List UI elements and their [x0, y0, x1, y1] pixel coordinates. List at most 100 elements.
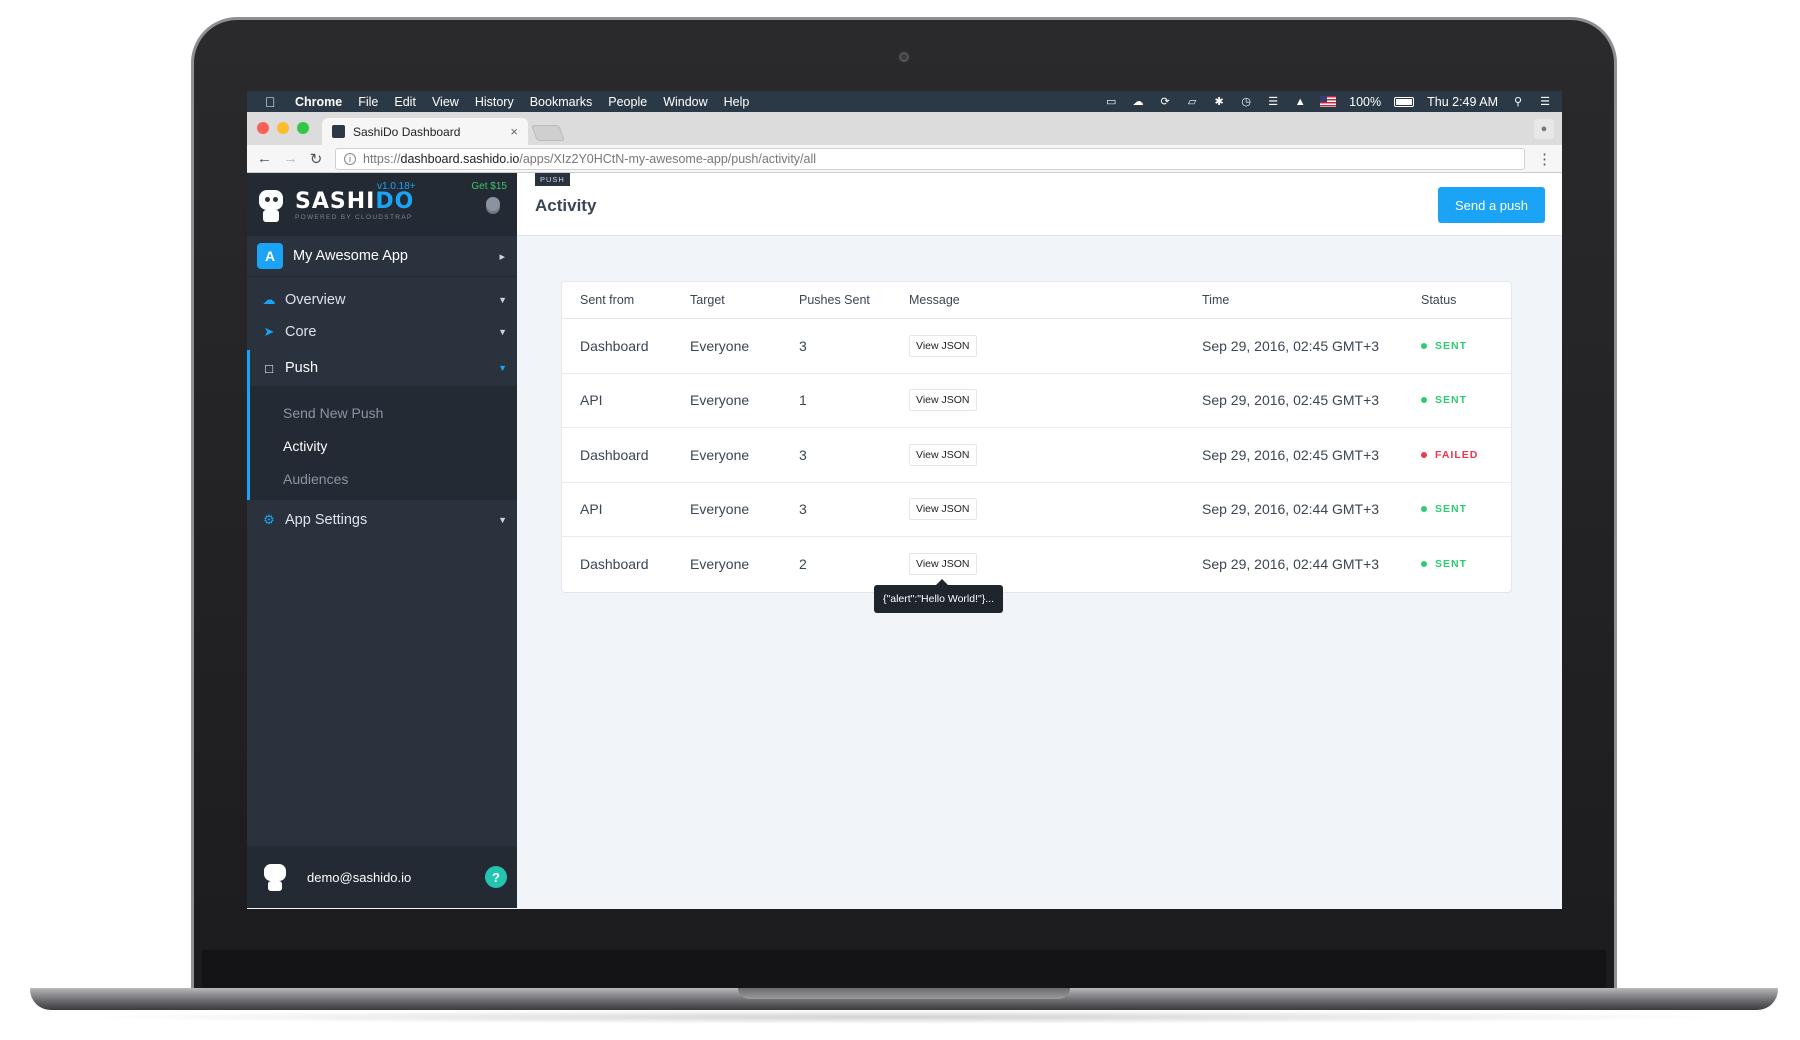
- cell-pushes-sent: 2: [799, 556, 807, 573]
- maximize-window-button[interactable]: [297, 122, 309, 134]
- back-icon[interactable]: ←: [257, 150, 272, 167]
- avatar[interactable]: [263, 863, 287, 891]
- sidebar-item-overview[interactable]: ☁ Overview ▼: [247, 282, 517, 318]
- display-icon[interactable]: ▭: [1104, 96, 1118, 108]
- spotlight-icon[interactable]: ⚲: [1511, 96, 1525, 108]
- notification-center-icon[interactable]: ☰: [1538, 96, 1552, 108]
- view-json-button[interactable]: View JSON: [909, 389, 977, 412]
- menu-edit[interactable]: Edit: [394, 95, 416, 109]
- window-controls: [257, 122, 309, 134]
- menubar-tray: ▭ ☁ ⟳ ▱ ✱ ◷ ☰ ▲ 100% Thu 2:49 AM ⚲ ☰: [1104, 95, 1552, 109]
- new-tab-button[interactable]: [531, 125, 565, 141]
- bluetooth-icon[interactable]: ✱: [1212, 96, 1226, 108]
- camera: [899, 52, 909, 62]
- column-sent-from[interactable]: Sent from: [580, 293, 690, 307]
- cell-time: Sep 29, 2016, 02:45 GMT+3: [1202, 337, 1380, 354]
- subnav-send-new-push[interactable]: Send New Push: [250, 396, 517, 429]
- profile-icon[interactable]: ●: [1534, 119, 1554, 139]
- cell-pushes-sent: 3: [799, 337, 807, 354]
- menu-help[interactable]: Help: [724, 95, 750, 109]
- airplay-icon[interactable]: ▱: [1185, 96, 1199, 108]
- push-icon: □: [265, 360, 273, 376]
- cell-target: Everyone: [690, 501, 750, 518]
- cell-target: Everyone: [690, 556, 750, 573]
- view-json-button[interactable]: View JSON: [909, 553, 977, 576]
- table-row[interactable]: Dashboard Everyone 3 View JSON Sep 29, 2…: [562, 428, 1511, 483]
- minimize-window-button[interactable]: [277, 122, 289, 134]
- sidebar: SASHIDO POWERED BY CLOUDSTRAP v1.0.18+ G…: [247, 173, 517, 908]
- address-bar[interactable]: i https://dashboard.sashido.io/apps/XIz2…: [335, 147, 1525, 170]
- menu-view[interactable]: View: [432, 95, 459, 109]
- get-credit-link[interactable]: Get $15: [471, 181, 507, 192]
- laptop-bezel: [202, 950, 1606, 992]
- menubar-clock[interactable]: Thu 2:49 AM: [1427, 95, 1498, 109]
- battery-icon[interactable]: [1394, 96, 1415, 107]
- cell-sent-from: Dashboard: [580, 446, 649, 463]
- section-badge: PUSH: [535, 173, 570, 186]
- column-status[interactable]: Status: [1421, 293, 1511, 307]
- cell-target: Everyone: [690, 446, 750, 463]
- cell-pushes-sent: 3: [799, 446, 807, 463]
- apple-icon[interactable]: : [265, 94, 279, 110]
- cell-pushes-sent: 3: [799, 501, 807, 518]
- menu-history[interactable]: History: [475, 95, 514, 109]
- view-json-button[interactable]: View JSON: [909, 334, 977, 357]
- chevron-down-icon: ▼: [498, 363, 507, 373]
- column-target[interactable]: Target: [690, 293, 799, 307]
- sidebar-item-label: Overview: [285, 292, 346, 308]
- chevron-down-icon: ▼: [498, 327, 507, 337]
- cell-time: Sep 29, 2016, 02:44 GMT+3: [1202, 501, 1380, 518]
- sidebar-item-core[interactable]: ➤ Core ▼: [247, 314, 517, 350]
- forward-icon[interactable]: →: [283, 150, 298, 167]
- chevron-right-icon: ▸: [499, 250, 505, 263]
- url-path: /apps/XIz2Y0HCtN-my-awesome-app/push/act…: [519, 151, 817, 166]
- close-window-button[interactable]: [257, 122, 269, 134]
- reload-icon[interactable]: ↻: [309, 150, 323, 168]
- status-label: SENT: [1435, 503, 1468, 516]
- cell-target: Everyone: [690, 337, 750, 354]
- close-tab-icon[interactable]: ×: [510, 124, 518, 139]
- url-scheme: https://: [363, 151, 401, 166]
- chevron-down-icon: ▼: [498, 515, 507, 525]
- user-email[interactable]: demo@sashido.io: [307, 870, 411, 885]
- send-push-button[interactable]: Send a push: [1438, 187, 1545, 223]
- app-selector[interactable]: A My Awesome App ▸: [247, 236, 517, 277]
- tab-title: SashiDo Dashboard: [353, 124, 461, 139]
- column-time[interactable]: Time: [1202, 293, 1421, 307]
- table-row[interactable]: API Everyone 1 View JSON Sep 29, 2016, 0…: [562, 374, 1511, 428]
- menu-window[interactable]: Window: [663, 95, 707, 109]
- table-row[interactable]: Dashboard Everyone 2 View JSON Sep 29, 2…: [562, 537, 1511, 592]
- time-machine-icon[interactable]: ◷: [1239, 96, 1253, 108]
- menu-file[interactable]: File: [358, 95, 378, 109]
- menu-bookmarks[interactable]: Bookmarks: [530, 95, 593, 109]
- column-message[interactable]: Message: [909, 293, 1202, 307]
- browser-menu-icon[interactable]: ⋮: [1537, 150, 1552, 168]
- menu-app-chrome[interactable]: Chrome: [295, 95, 342, 109]
- view-json-button[interactable]: View JSON: [909, 498, 977, 521]
- browser-toolbar: ← → ↻ i https://dashboard.sashido.io/app…: [247, 145, 1562, 173]
- cloud-icon[interactable]: ☁: [1131, 96, 1145, 108]
- browser-tab[interactable]: SashiDo Dashboard ×: [322, 118, 528, 145]
- favicon-icon: [332, 125, 345, 138]
- brand[interactable]: SASHIDO POWERED BY CLOUDSTRAP v1.0.18+ G…: [247, 173, 517, 236]
- wifi-icon[interactable]: ☰: [1266, 96, 1280, 108]
- app-store-icon: A: [257, 243, 283, 269]
- sidebar-item-push[interactable]: □ Push ▼: [247, 350, 517, 386]
- column-pushes-sent[interactable]: Pushes Sent: [799, 293, 909, 307]
- sidebar-footer: demo@sashido.io ?: [247, 846, 517, 908]
- info-icon[interactable]: i: [344, 152, 356, 165]
- view-json-button[interactable]: View JSON: [909, 443, 977, 466]
- input-flag-icon[interactable]: [1320, 96, 1337, 107]
- subnav-activity[interactable]: Activity: [250, 429, 517, 462]
- help-button[interactable]: ?: [485, 866, 507, 888]
- table-row[interactable]: API Everyone 3 View JSON Sep 29, 2016, 0…: [562, 483, 1511, 537]
- subnav-audiences[interactable]: Audiences: [250, 462, 517, 495]
- battery-percent[interactable]: 100%: [1349, 95, 1381, 109]
- brand-wordmark: SASHIDO POWERED BY CLOUDSTRAP: [295, 189, 414, 221]
- coins-icon[interactable]: [486, 197, 500, 211]
- table-row[interactable]: Dashboard Everyone 3 View JSON Sep 29, 2…: [562, 319, 1511, 374]
- sidebar-item-app-settings[interactable]: ⚙ App Settings ▼: [247, 502, 517, 538]
- menu-people[interactable]: People: [608, 95, 647, 109]
- sync-icon[interactable]: ⟳: [1158, 96, 1172, 108]
- volume-icon[interactable]: ▲: [1293, 96, 1307, 108]
